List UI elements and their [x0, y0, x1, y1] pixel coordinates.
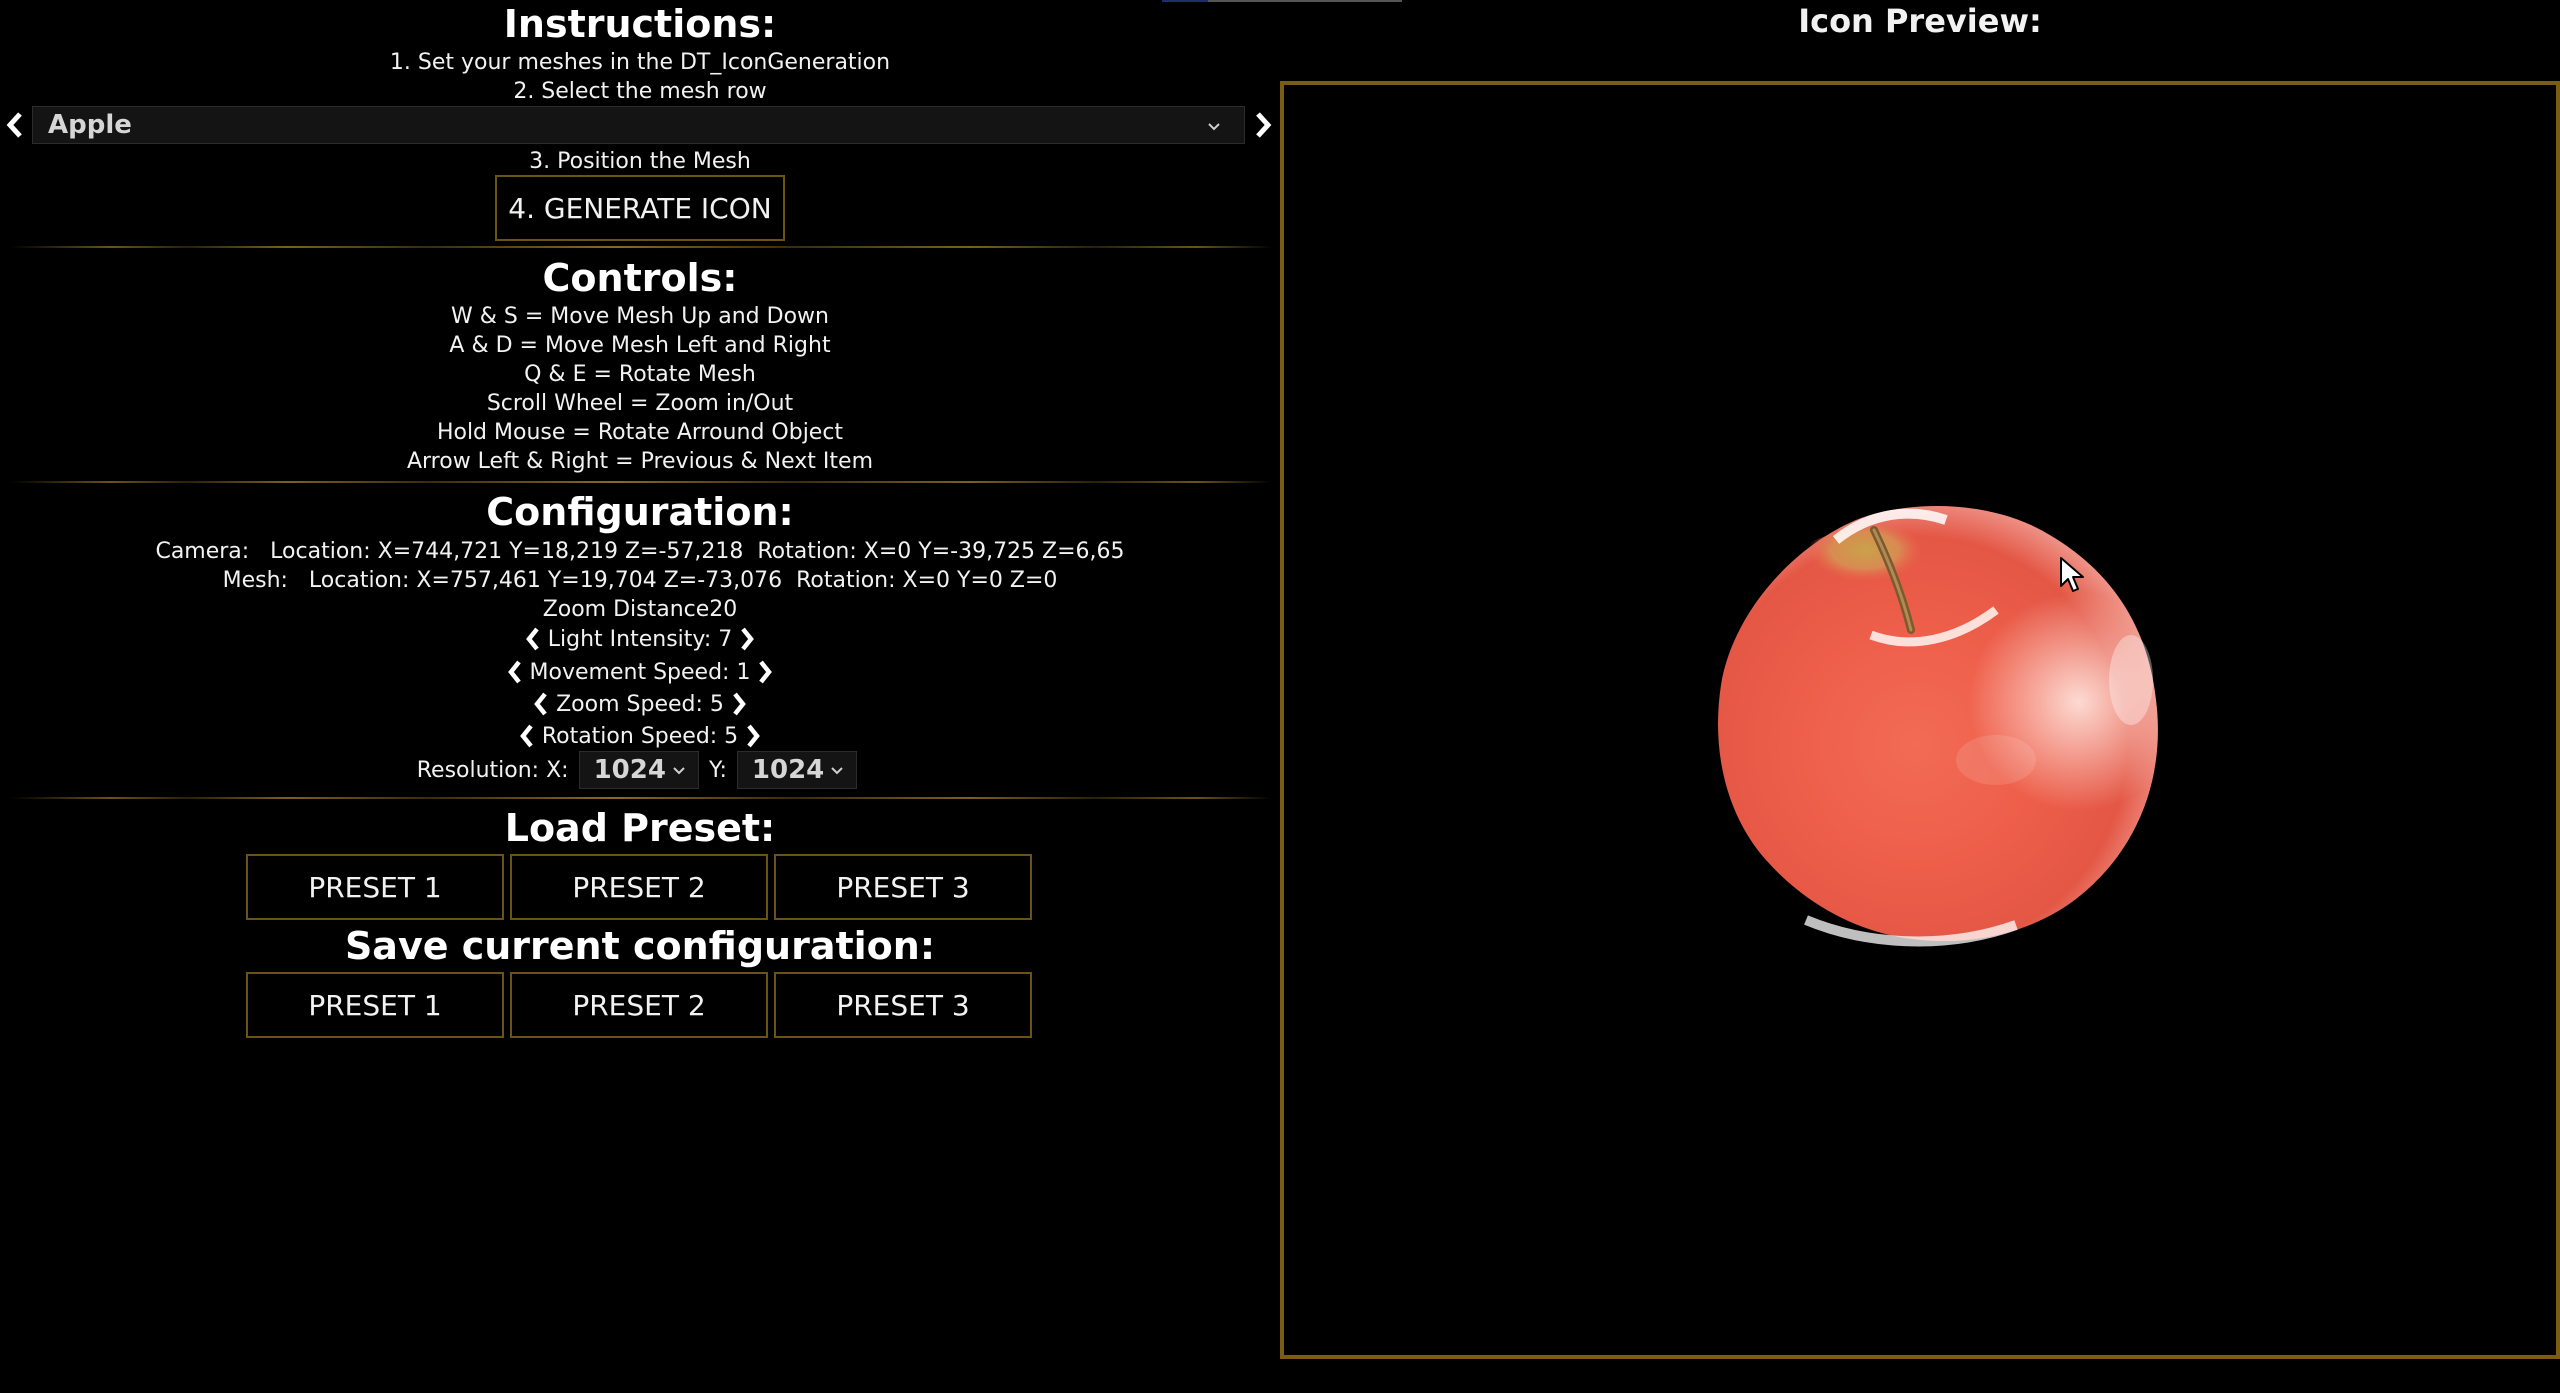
movement-speed-label: Movement Speed: 1	[529, 659, 751, 685]
zoom-speed-label: Zoom Speed: 5	[556, 691, 724, 717]
chevron-left-icon	[519, 724, 533, 748]
zoom-speed-decrease[interactable]	[532, 691, 550, 717]
camera-transform-readout: Camera: Location: X=744,721 Y=18,219 Z=-…	[155, 539, 1125, 564]
chevron-left-icon	[507, 660, 521, 684]
mesh-row-select[interactable]: Apple	[32, 106, 1245, 144]
instruction-step-2: 2. Select the mesh row	[513, 79, 767, 104]
divider-1	[10, 246, 1272, 248]
movement-speed-increase[interactable]	[756, 659, 774, 685]
resolution-y-select[interactable]: 1024	[736, 751, 858, 789]
config-panel: Instructions: 1. Set your meshes in the …	[0, 0, 1280, 1393]
chevron-left-icon	[525, 627, 539, 651]
chevron-right-icon	[733, 692, 746, 716]
zoom-distance-readout: Zoom Distance20	[542, 597, 738, 622]
control-line: Arrow Left & Right = Previous & Next Ite…	[406, 449, 874, 474]
chevron-left-icon	[6, 112, 22, 138]
next-mesh-button[interactable]	[1252, 111, 1274, 139]
load-preset-title: Load Preset:	[504, 806, 776, 850]
save-preset-2-button[interactable]: PRESET 2	[510, 972, 768, 1038]
control-line: Hold Mouse = Rotate Arround Object	[436, 420, 844, 445]
control-line: Q & E = Rotate Mesh	[524, 362, 756, 387]
rotation-speed-stepper: Rotation Speed: 5	[0, 721, 1280, 751]
controls-title: Controls:	[542, 256, 738, 300]
rotation-speed-label: Rotation Speed: 5	[541, 723, 739, 749]
zoom-speed-stepper: Zoom Speed: 5	[0, 689, 1280, 719]
chevron-right-icon	[741, 627, 755, 651]
rotation-speed-decrease[interactable]	[518, 723, 536, 749]
light-intensity-label: Light Intensity: 7	[547, 626, 733, 652]
instruction-step-1: 1. Set your meshes in the DT_IconGenerat…	[389, 50, 891, 75]
save-preset-row: PRESET 1 PRESET 2 PRESET 3	[246, 972, 1038, 1038]
control-line: Scroll Wheel = Zoom in/Out	[486, 391, 794, 416]
chevron-right-icon	[1256, 112, 1272, 138]
chevron-left-icon	[534, 692, 547, 716]
resolution-x-value: 1024	[593, 755, 666, 785]
load-preset-1-button[interactable]: PRESET 1	[246, 854, 504, 920]
load-preset-row: PRESET 1 PRESET 2 PRESET 3	[246, 854, 1038, 920]
load-preset-2-button[interactable]: PRESET 2	[510, 854, 768, 920]
resolution-y-label: Y:	[708, 757, 727, 783]
resolution-x-select[interactable]: 1024	[578, 751, 699, 789]
chevron-down-icon	[1208, 123, 1220, 131]
chevron-right-icon	[759, 660, 773, 684]
resolution-y-value: 1024	[751, 755, 825, 785]
mouse-cursor-icon	[2058, 556, 2088, 594]
icon-preview-title: Icon Preview:	[1798, 2, 2042, 40]
chevron-down-icon	[673, 767, 685, 775]
mesh-select-value: Apple	[48, 110, 132, 140]
configuration-title: Configuration:	[486, 490, 794, 534]
rotation-speed-increase[interactable]	[744, 723, 762, 749]
instruction-step-3: 3. Position the Mesh	[529, 149, 751, 174]
save-preset-1-button[interactable]: PRESET 1	[246, 972, 504, 1038]
divider-3	[10, 797, 1272, 799]
load-preset-3-button[interactable]: PRESET 3	[774, 854, 1032, 920]
light-intensity-increase[interactable]	[738, 626, 756, 652]
save-preset-3-button[interactable]: PRESET 3	[774, 972, 1032, 1038]
instructions-title: Instructions:	[503, 2, 777, 46]
chevron-down-icon	[831, 767, 843, 775]
resolution-x-label: Resolution: X:	[416, 757, 569, 783]
apple-icon	[1696, 500, 2186, 950]
control-line: A & D = Move Mesh Left and Right	[449, 333, 831, 358]
save-configuration-title: Save current configuration:	[344, 924, 936, 968]
zoom-speed-increase[interactable]	[730, 691, 748, 717]
divider-2	[10, 481, 1272, 483]
movement-speed-stepper: Movement Speed: 1	[0, 657, 1280, 687]
movement-speed-decrease[interactable]	[506, 659, 524, 685]
prev-mesh-button[interactable]	[4, 111, 26, 139]
mesh-transform-readout: Mesh: Location: X=757,461 Y=19,704 Z=-73…	[222, 568, 1058, 593]
resolution-row: Resolution: X: 1024 Y: 1024	[0, 750, 1280, 790]
light-intensity-decrease[interactable]	[524, 626, 542, 652]
generate-icon-button[interactable]: 4. GENERATE ICON	[495, 175, 785, 241]
chevron-right-icon	[747, 724, 761, 748]
light-intensity-stepper: Light Intensity: 7	[0, 624, 1280, 654]
control-line: W & S = Move Mesh Up and Down	[451, 304, 829, 329]
